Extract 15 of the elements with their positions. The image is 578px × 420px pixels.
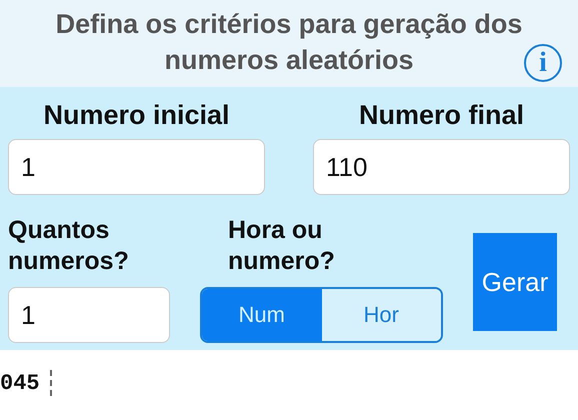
field-label: Hora ou numero?: [228, 215, 336, 277]
field-label: Quantos numeros?: [8, 215, 130, 277]
field-label: Numero final: [358, 99, 524, 131]
input-field[interactable]: 1: [8, 139, 265, 195]
input-field[interactable]: 1: [8, 287, 170, 343]
input-field[interactable]: 110: [313, 139, 570, 195]
page-title: numeros aleatórios: [164, 44, 414, 77]
generate-button[interactable]: Gerar: [473, 233, 557, 331]
page-title: Defina os critérios para geração dos: [56, 8, 522, 41]
segment-button[interactable]: Hor: [322, 289, 441, 341]
text-cursor: [50, 370, 52, 396]
field-label: Numero inicial: [43, 99, 230, 131]
segment-button[interactable]: Num: [202, 289, 322, 341]
result-number: 045: [0, 370, 40, 396]
info-icon[interactable]: i: [524, 44, 562, 82]
